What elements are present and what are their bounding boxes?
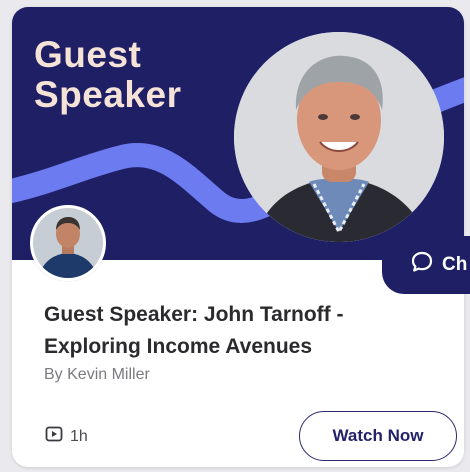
- video-play-icon: [45, 425, 63, 448]
- banner-title-line2: Speaker: [34, 74, 182, 115]
- banner-title: Guest Speaker: [34, 35, 182, 115]
- chat-bubble-icon: [410, 250, 434, 280]
- watch-now-button[interactable]: Watch Now: [299, 411, 457, 461]
- event-duration: 1h: [45, 425, 88, 448]
- event-title[interactable]: Guest Speaker: John Tarnoff - Exploring …: [44, 299, 424, 363]
- banner-title-line1: Guest: [34, 34, 142, 75]
- duration-label: 1h: [70, 427, 88, 445]
- author-avatar: [30, 205, 106, 281]
- event-byline: By Kevin Miller: [44, 366, 150, 383]
- chat-label: Ch: [442, 254, 468, 275]
- speaker-photo: [234, 32, 444, 242]
- chat-button[interactable]: Ch: [382, 236, 470, 294]
